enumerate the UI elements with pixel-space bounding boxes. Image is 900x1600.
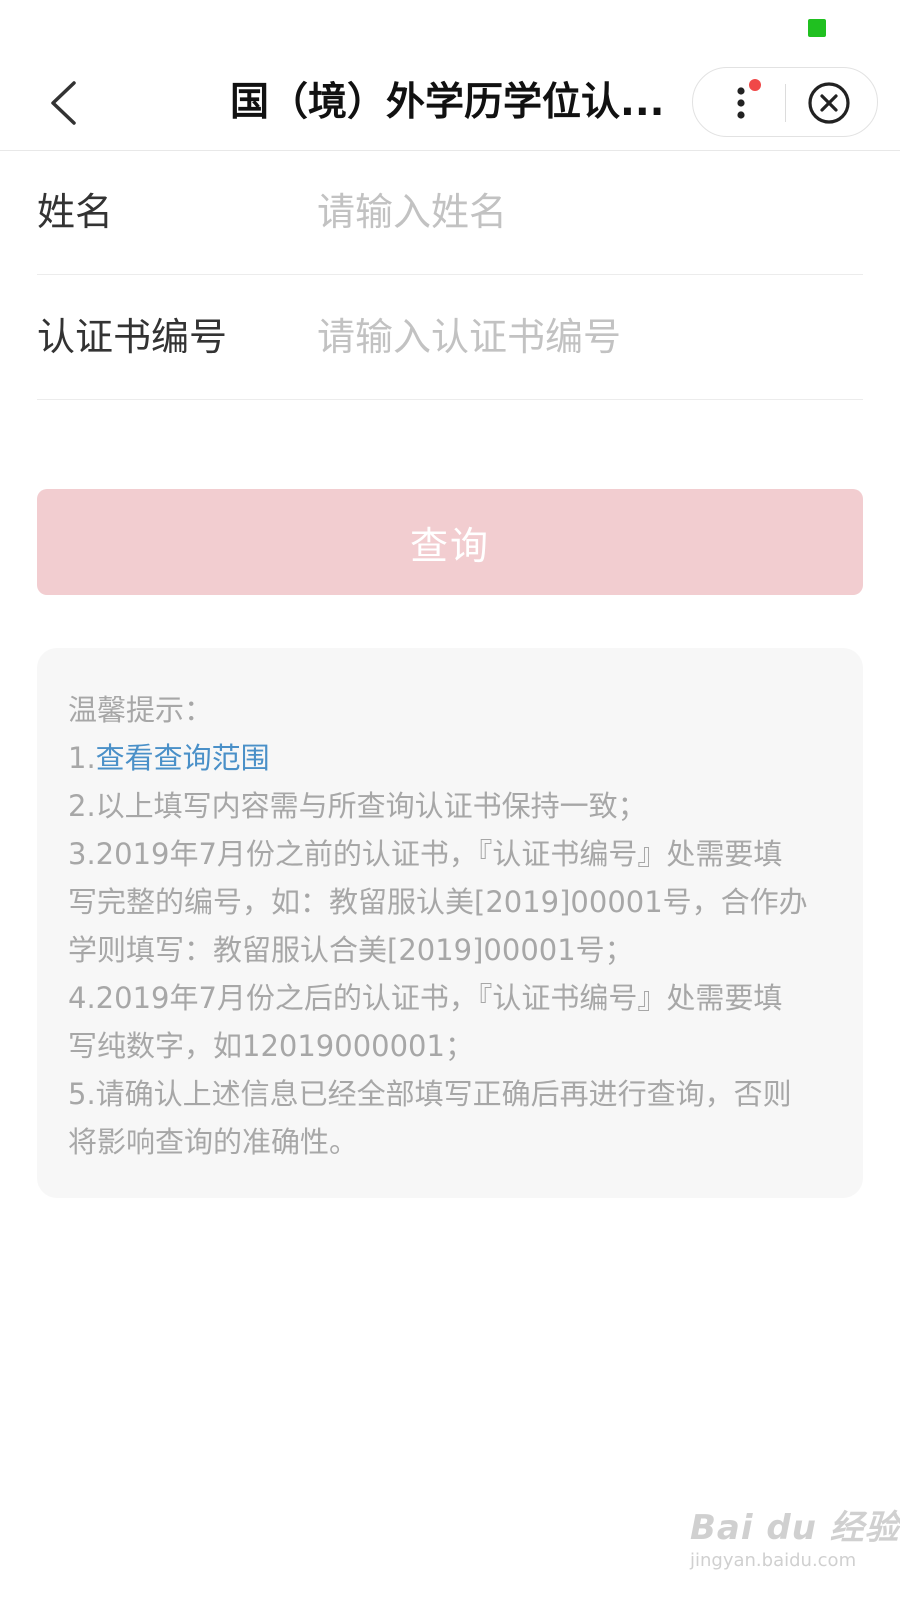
view-query-scope-link[interactable]: 查看查询范围 [96,741,270,775]
watermark-url: jingyan.baidu.com [690,1550,857,1571]
tips-line: 将影响查询的准确性。 [68,1125,359,1159]
tips-panel: 温馨提示： 1.查看查询范围 2.以上填写内容需与所查询认证书保持一致； 3.2… [37,648,863,1198]
tips-line: 学则填写：教留服认合美[2019]00001号； [68,933,634,967]
tips-line: 5.请确认上述信息已经全部填写正确后再进行查询，否则 [68,1077,792,1111]
status-indicator-icon [808,19,826,37]
tips-line: 4.2019年7月份之后的认证书，『认证书编号』处需要填 [68,981,783,1015]
cert-number-label: 认证书编号 [37,315,228,359]
more-vertical-icon [737,79,761,119]
tips-item-1: 1.查看查询范围 [68,734,833,782]
baidu-jingyan-watermark: Bai du 经验 jingyan.baidu.com [690,1500,899,1590]
close-button[interactable] [801,76,857,130]
tips-line: 3.2019年7月份之前的认证书，『认证书编号』处需要填 [68,837,783,871]
tips-heading: 温馨提示： [68,693,214,727]
cert-number-row: 认证书编号 [37,275,863,400]
back-button[interactable] [36,76,90,130]
close-circle-icon [808,82,850,124]
notification-dot-icon [749,79,761,91]
page-title: 国（境）外学历学位认... [230,80,665,125]
mini-program-capsule [692,67,878,137]
tips-line: 写完整的编号，如：教留服认美[2019]00001号，合作办 [68,885,808,919]
tips-item-1-number: 1. [68,741,96,775]
navigation-bar: 国（境）外学历学位认... [0,56,900,151]
tips-line: 写纯数字，如12019000001； [68,1029,474,1063]
name-input[interactable] [317,177,857,247]
status-bar [0,0,900,56]
chevron-left-icon [51,81,76,125]
watermark-logo: Bai du 经验 [690,1508,900,1548]
capsule-divider [785,84,786,122]
name-label: 姓名 [37,190,114,234]
query-button[interactable]: 查询 [37,489,863,595]
cert-number-input[interactable] [317,302,857,372]
name-row: 姓名 [37,150,863,275]
tips-line: 2.以上填写内容需与所查询认证书保持一致； [68,789,647,823]
more-button[interactable] [713,76,769,130]
